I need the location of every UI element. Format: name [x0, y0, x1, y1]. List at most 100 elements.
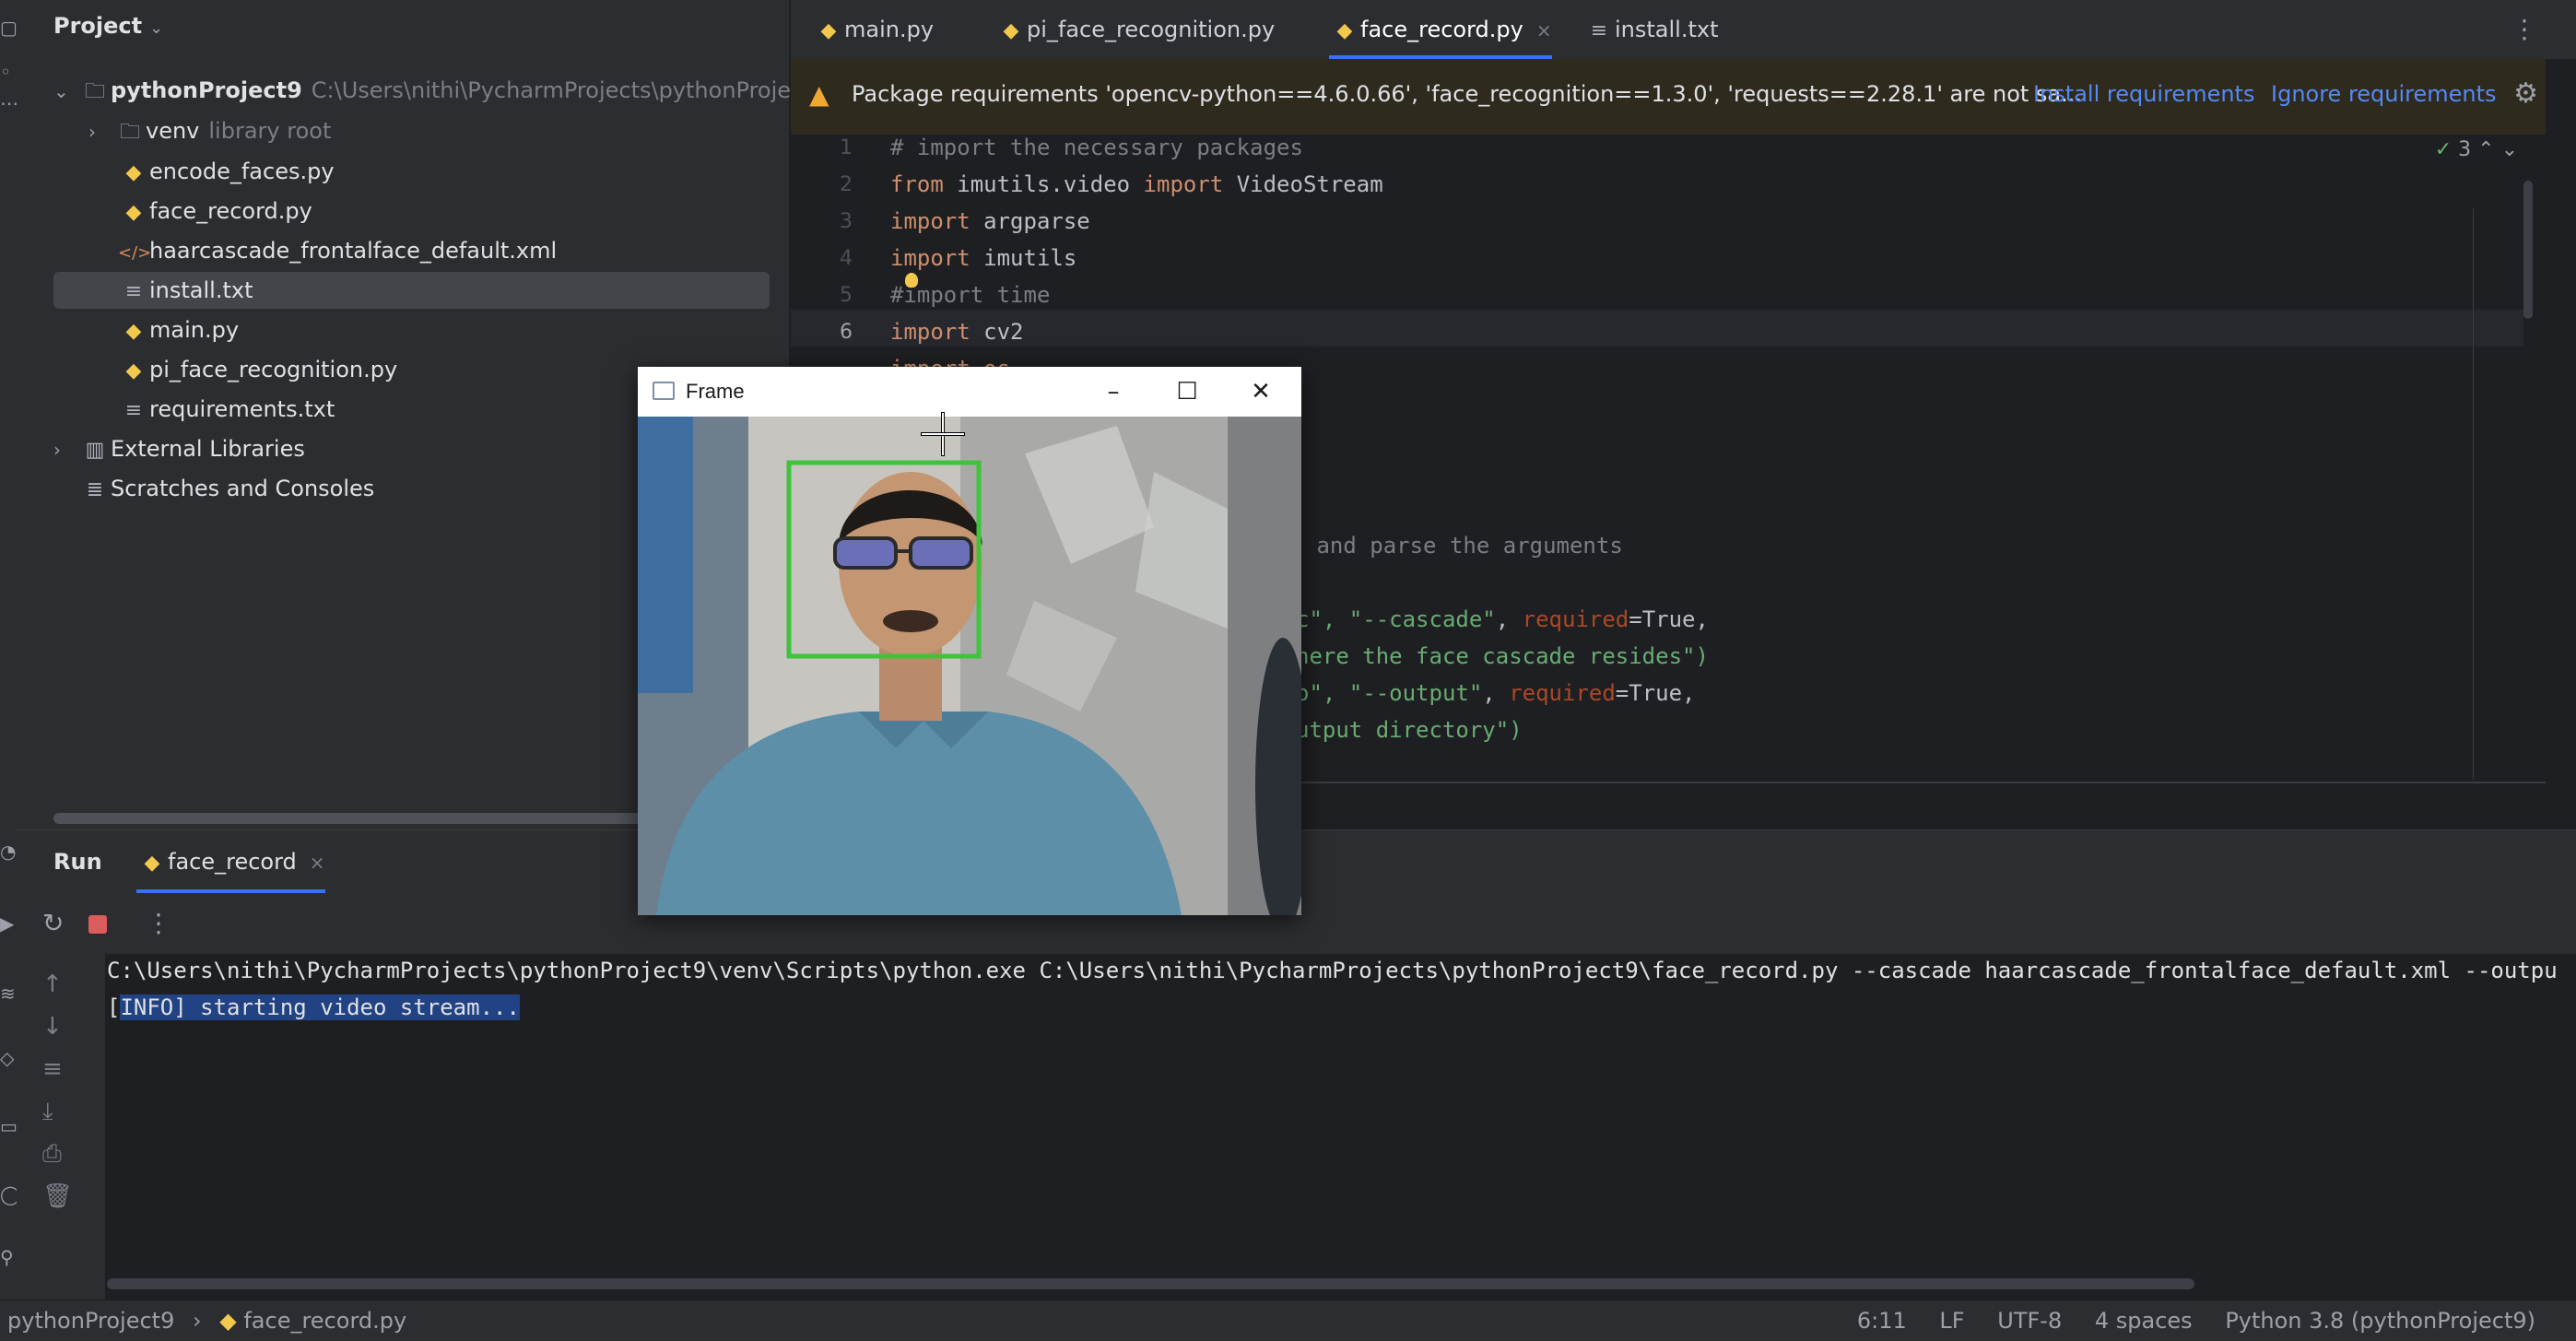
arrow-down-icon[interactable]: ↓: [42, 1013, 63, 1041]
keyword: import: [1143, 171, 1224, 197]
breadcrumb-file[interactable]: face_record.py: [243, 1308, 406, 1334]
tab-install-txt[interactable]: ≡ install.txt: [1583, 0, 1719, 59]
chevron-right-icon[interactable]: ›: [88, 113, 114, 150]
breadcrumb-project[interactable]: pythonProject9: [7, 1308, 174, 1334]
line-number: 1: [840, 136, 853, 159]
frame-title-bar[interactable]: Frame – ☐ ✕: [638, 367, 1301, 417]
tree-item-scratches[interactable]: ≣ Scratches and Consoles: [79, 470, 375, 507]
project-horizontal-scrollbar[interactable]: [53, 813, 653, 824]
tree-item-file[interactable]: ◆ encode_faces.py: [118, 153, 335, 190]
string: utput directory"): [1296, 717, 1523, 743]
frame-window[interactable]: Frame – ☐ ✕: [638, 367, 1301, 915]
chevron-down-icon[interactable]: ⌄: [53, 73, 79, 110]
arrow-up-icon[interactable]: ↑: [42, 970, 63, 998]
tree-item-file[interactable]: ◆ face_record.py: [118, 193, 312, 229]
commit-tool-icon[interactable]: ◦: [0, 61, 17, 83]
tree-item-file-selected[interactable]: ≡ install.txt: [53, 272, 770, 309]
editor-vertical-scrollbar[interactable]: [2523, 181, 2533, 319]
run-tab-face-record[interactable]: ◆ face_record ×: [136, 830, 325, 893]
file-encoding[interactable]: UTF-8: [1997, 1308, 2062, 1334]
file-label: install.txt: [149, 277, 253, 303]
close-icon[interactable]: ×: [1536, 19, 1552, 41]
tab-pi-face-recognition[interactable]: ◆ pi_face_recognition.py: [995, 0, 1276, 59]
rerun-icon[interactable]: ↻: [42, 908, 64, 938]
maximize-icon[interactable]: ☐: [1169, 374, 1206, 409]
folder-icon: 🗀: [119, 121, 140, 144]
keyword: from: [890, 171, 944, 197]
library-icon: ▥: [85, 439, 105, 462]
parameter: required: [1509, 680, 1616, 706]
tab-face-record[interactable]: ◆ face_record.py ×: [1329, 0, 1552, 59]
line-separator[interactable]: LF: [1939, 1308, 1964, 1334]
gear-icon[interactable]: ⚙: [2513, 77, 2538, 110]
file-label: encode_faces.py: [149, 159, 335, 184]
lightbulb-icon[interactable]: [905, 273, 918, 288]
soft-wrap-icon[interactable]: ≡: [42, 1055, 63, 1083]
terminal-tool-icon[interactable]: ▭: [0, 1115, 17, 1137]
more-vertical-icon[interactable]: ⋮: [2511, 0, 2537, 59]
git-tool-icon[interactable]: ⚲: [0, 1246, 17, 1268]
text-file-icon: ≡: [1590, 19, 1608, 42]
run-tool-icon[interactable]: ▶: [0, 912, 17, 935]
chevron-down-icon: ⌄: [149, 18, 164, 38]
layers-tool-icon[interactable]: ≋: [0, 982, 17, 1005]
webcam-feed: [638, 417, 1301, 915]
python-file-icon: ◆: [125, 359, 142, 382]
run-tab-label: face_record: [168, 849, 297, 875]
requirements-banner: ▲ Package requirements 'opencv-python==4…: [791, 59, 2546, 135]
problems-tool-icon[interactable]: ◯: [0, 1183, 17, 1206]
console-horizontal-scrollbar[interactable]: [107, 1278, 2194, 1289]
identifier: VideoStream: [1223, 171, 1383, 197]
tab-main-py[interactable]: ◆ main.py: [813, 0, 935, 59]
code-line-4: import imutils: [890, 245, 1076, 271]
keyword: import: [890, 208, 970, 234]
print-icon[interactable]: ⎙: [42, 1140, 62, 1169]
chevron-up-icon[interactable]: ⌃: [2477, 138, 2494, 161]
scratches-label: Scratches and Consoles: [111, 476, 375, 501]
tree-item-external-libraries[interactable]: › ▥ External Libraries: [53, 430, 305, 467]
string: o",: [1296, 680, 1349, 706]
project-tool-icon[interactable]: ▢: [0, 17, 17, 39]
python-file-icon: ◆: [125, 320, 142, 343]
more-tools-icon[interactable]: ⋯: [0, 92, 17, 114]
minimize-icon[interactable]: –: [1095, 374, 1132, 409]
text-file-icon: ≡: [124, 280, 143, 303]
string: "--cascade": [1348, 606, 1496, 632]
python-packages-icon[interactable]: ◔: [0, 841, 17, 863]
python-file-icon: ◆: [1336, 19, 1353, 42]
tree-item-file[interactable]: ◆ pi_face_recognition.py: [118, 351, 398, 388]
close-icon[interactable]: ✕: [1242, 374, 1279, 409]
code-fragment: c", "--cascade", required=True,: [1296, 606, 1709, 632]
console-text: [: [107, 994, 121, 1020]
warning-icon: ▲: [809, 79, 829, 110]
chevron-down-icon[interactable]: ⌄: [2501, 138, 2518, 161]
identifier: imutils.video: [943, 171, 1144, 197]
run-side-toolbar: ↑ ↓ ≡ ⤓ ⎙ 🗑: [17, 954, 105, 1300]
tree-root[interactable]: ⌄ 🗀 pythonProject9 C:\Users\nithi\PycharmPr…: [53, 72, 826, 109]
tree-item-file[interactable]: ≡ requirements.txt: [118, 391, 335, 428]
line-number: 4: [840, 247, 853, 270]
line-number-current: 6: [840, 321, 853, 344]
tree-item-file[interactable]: ◆ main.py: [118, 312, 240, 348]
python-interpreter[interactable]: Python 3.8 (pythonProject9): [2225, 1308, 2535, 1334]
project-view-selector[interactable]: Project ⌄: [53, 13, 163, 39]
ignore-requirements-link[interactable]: Ignore requirements: [2271, 81, 2497, 107]
scroll-to-end-icon[interactable]: ⤓: [42, 1098, 53, 1126]
caret-position[interactable]: 6:11: [1857, 1308, 1907, 1334]
trash-icon[interactable]: 🗑: [42, 1182, 73, 1210]
close-icon[interactable]: ×: [310, 852, 325, 874]
install-requirements-link[interactable]: Install requirements: [2033, 81, 2254, 107]
inspection-widget[interactable]: ✓ 3 ⌃ ⌄: [2435, 138, 2518, 161]
code-fragment: o", "--output", required=True,: [1296, 680, 1696, 706]
tree-item-file[interactable]: </>haarcascade_frontalface_default.xml: [118, 232, 557, 269]
string: "--output": [1348, 680, 1483, 706]
more-vertical-icon[interactable]: ⋮: [146, 908, 171, 938]
stop-icon[interactable]: [88, 915, 107, 934]
string: c",: [1296, 606, 1349, 632]
services-tool-icon[interactable]: ◇: [0, 1047, 17, 1069]
text-file-icon: ≡: [124, 399, 143, 422]
keyword: import: [890, 319, 970, 345]
indent-setting[interactable]: 4 spaces: [2095, 1308, 2193, 1334]
tree-item-venv[interactable]: › 🗀 venv library root: [88, 112, 331, 149]
chevron-right-icon[interactable]: ›: [53, 431, 79, 468]
